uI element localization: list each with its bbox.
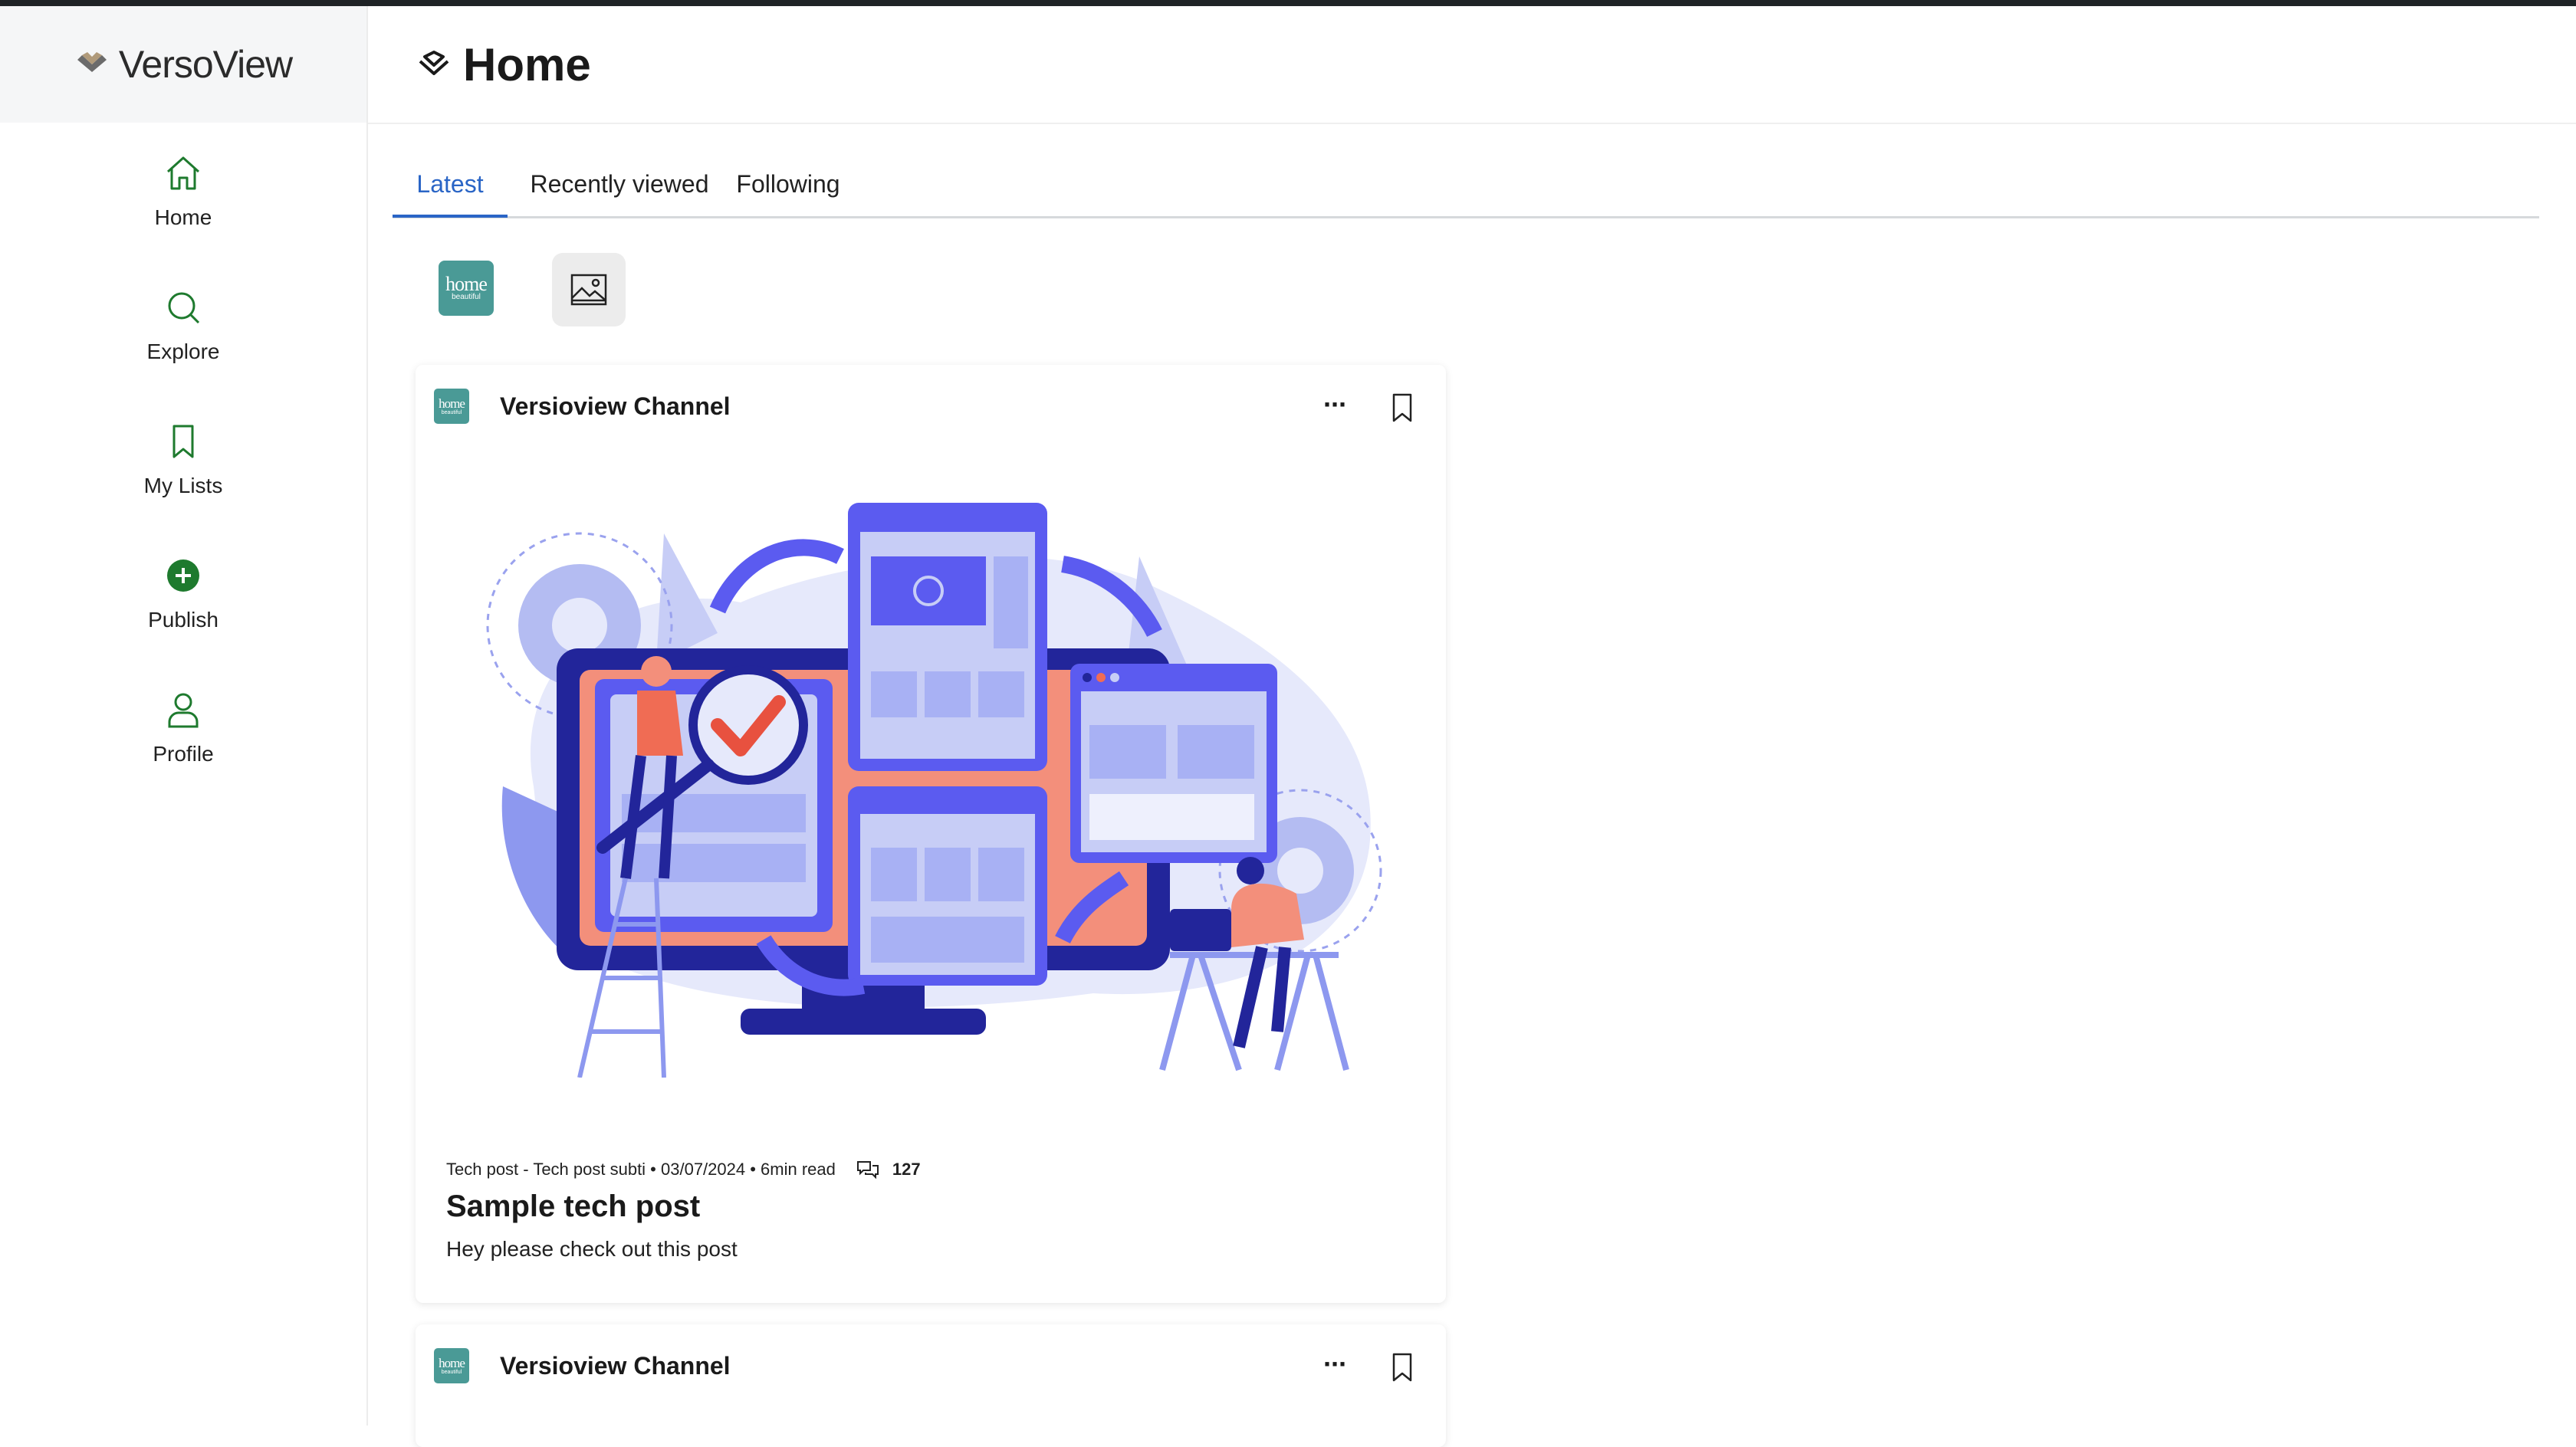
channel-logo-text: home (439, 395, 465, 411)
channel-avatar[interactable]: home beautiful (434, 1348, 469, 1383)
home-icon (166, 156, 200, 190)
channel-avatar-home-beautiful[interactable]: home beautiful (439, 261, 494, 316)
sidebar: VersoView Home Explore My Lists Publish … (0, 6, 368, 1426)
versoview-logo-icon (77, 52, 107, 72)
tab-recently-viewed[interactable]: Recently viewed (527, 155, 711, 216)
plus-circle-icon (167, 559, 199, 592)
post-description: Hey please check out this post (446, 1237, 738, 1261)
channel-logo-text: home (445, 273, 488, 295)
bookmark-icon[interactable] (1389, 392, 1415, 423)
bookmark-icon (172, 425, 194, 458)
more-options-button[interactable]: ··· (1323, 1350, 1348, 1378)
channel-avatar[interactable]: home beautiful (434, 389, 469, 424)
search-icon (168, 292, 200, 324)
followed-channels: home beautiful (439, 253, 626, 326)
post-meta: Tech post - Tech post subti • 03/07/2024… (446, 1159, 921, 1180)
versoview-logo-icon (419, 51, 449, 75)
channel-name[interactable]: Versioview Channel (500, 392, 731, 421)
sidebar-item-label: Home (154, 205, 212, 229)
page-header: Home (368, 6, 2576, 124)
comment-count: 127 (892, 1160, 921, 1179)
channel-logo-subtext: beautiful (452, 293, 481, 301)
sidebar-item-label: Publish (148, 608, 219, 632)
brand-logo[interactable]: VersoView (0, 6, 366, 123)
more-options-button[interactable]: ··· (1323, 391, 1348, 418)
sidebar-item-label: My Lists (143, 474, 223, 497)
post-card-header: home beautiful Versioview Channel ··· (434, 1343, 1428, 1389)
post-card[interactable]: home beautiful Versioview Channel ··· (416, 1324, 1446, 1447)
channel-name[interactable]: Versioview Channel (500, 1352, 731, 1380)
channel-logo-subtext: beautiful (441, 409, 462, 415)
feed-tabs: Latest Recently viewed Following (393, 155, 2539, 218)
tab-following[interactable]: Following (734, 155, 842, 216)
post-title[interactable]: Sample tech post (446, 1189, 700, 1224)
channel-logo-text: home (439, 1355, 465, 1370)
sidebar-item-explore[interactable]: Explore (0, 287, 366, 364)
sidebar-item-label: Profile (153, 742, 214, 766)
page-title: Home (463, 38, 591, 90)
sidebar-item-label: Explore (146, 340, 220, 363)
user-icon (168, 693, 199, 728)
sidebar-item-my-lists[interactable]: My Lists (0, 422, 366, 498)
channel-avatar-placeholder[interactable] (552, 253, 626, 326)
brand-name: VersoView (118, 43, 293, 86)
tab-latest[interactable]: Latest (393, 155, 508, 218)
sidebar-item-publish[interactable]: Publish (0, 556, 366, 632)
post-card-header: home beautiful Versioview Channel ··· (434, 383, 1428, 429)
window-top-bar (0, 0, 2576, 6)
post-meta-text: Tech post - Tech post subti • 03/07/2024… (446, 1160, 836, 1179)
image-placeholder-icon (570, 274, 607, 306)
post-cover-illustration[interactable] (465, 464, 1400, 1078)
comments-icon[interactable] (856, 1159, 880, 1180)
post-card[interactable]: home beautiful Versioview Channel ··· (416, 365, 1446, 1303)
main-content: Home Latest Recently viewed Following ho… (368, 6, 2576, 1447)
bookmark-icon[interactable] (1389, 1352, 1415, 1383)
sidebar-item-profile[interactable]: Profile (0, 690, 366, 766)
sidebar-item-home[interactable]: Home (0, 153, 366, 230)
channel-logo-subtext: beautiful (441, 1369, 462, 1375)
